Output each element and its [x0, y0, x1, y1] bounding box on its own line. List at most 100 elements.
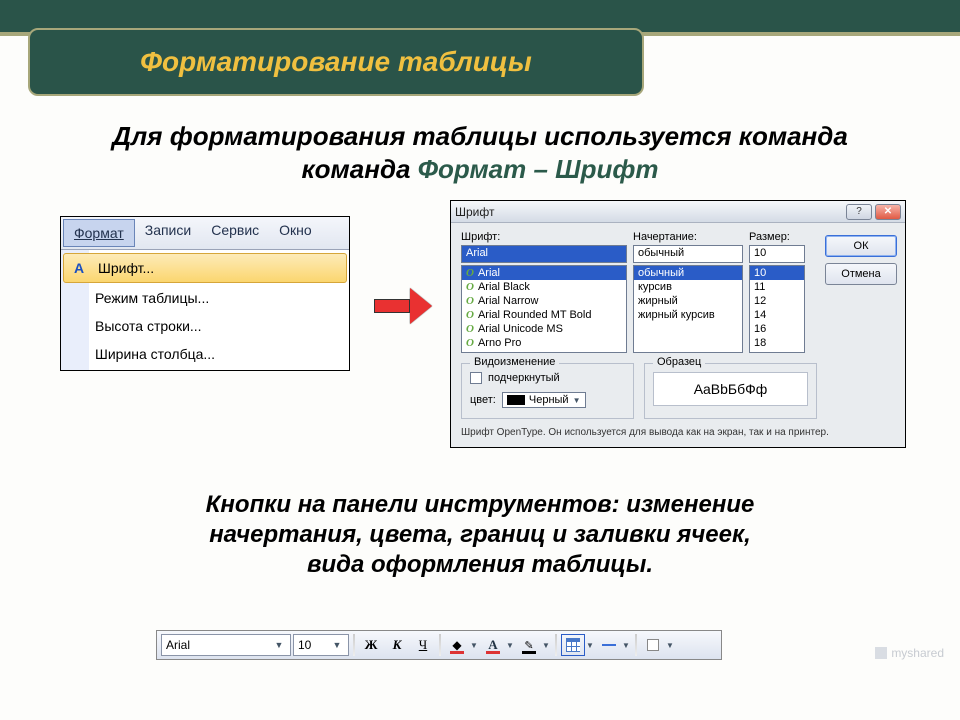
- menu-item-font[interactable]: A Шрифт...: [63, 253, 347, 283]
- line-style-button[interactable]: [597, 634, 621, 656]
- arrow-head: [410, 288, 432, 324]
- watermark-icon: [875, 647, 887, 659]
- opentype-icon: O: [466, 281, 474, 293]
- menu-item-label: Высота строки...: [95, 318, 202, 334]
- opentype-icon: O: [466, 351, 474, 353]
- grid-icon: [566, 638, 580, 652]
- style-input[interactable]: обычный: [633, 245, 743, 263]
- chevron-down-icon[interactable]: ▼: [621, 641, 631, 650]
- list-item[interactable]: обычный: [634, 266, 742, 280]
- formatting-toolbar: Arial ▼ 10 ▼ Ж К Ч ◆ ▼ A ▼ ✎ ▼ ▼: [156, 630, 722, 660]
- help-button[interactable]: ?: [846, 204, 872, 220]
- color-combo[interactable]: Черный ▼: [502, 392, 586, 408]
- menu-service[interactable]: Сервис: [201, 217, 269, 249]
- close-button[interactable]: ✕: [875, 204, 901, 220]
- menu-records[interactable]: Записи: [135, 217, 201, 249]
- size-input[interactable]: 10: [749, 245, 805, 263]
- cancel-button[interactable]: Отмена: [825, 263, 897, 285]
- list-item: OArial: [462, 266, 626, 280]
- fill-color-button[interactable]: ◆: [445, 634, 469, 656]
- list-item: OArial Unicode MS: [462, 322, 626, 336]
- size-listbox[interactable]: 10 11 12 14 16 18 20: [749, 265, 805, 353]
- line-icon: [602, 644, 616, 646]
- separator: [635, 634, 637, 656]
- underline-checkbox[interactable]: [470, 372, 482, 384]
- list-item[interactable]: 11: [750, 280, 804, 294]
- menu-window[interactable]: Окно: [269, 217, 322, 249]
- bucket-icon: ◆: [452, 638, 461, 652]
- list-item[interactable]: жирный курсив: [634, 308, 742, 322]
- menu-dropdown: A Шрифт... Режим таблицы... Высота строк…: [61, 250, 349, 370]
- style-label: Начертание:: [633, 231, 743, 243]
- border-color-button[interactable]: ✎: [517, 634, 541, 656]
- font-color-button[interactable]: A: [481, 634, 505, 656]
- letter-a-icon: A: [488, 637, 497, 653]
- font-size-value: 10: [298, 638, 311, 652]
- menu-item-row-height[interactable]: Высота строки...: [61, 312, 349, 340]
- chevron-down-icon[interactable]: ▼: [541, 641, 551, 650]
- paragraph-toolbar-desc: Кнопки на панели инструментов: изменение…: [0, 490, 960, 580]
- menu-item-col-width[interactable]: Ширина столбца...: [61, 340, 349, 368]
- chevron-down-icon[interactable]: ▼: [585, 641, 595, 650]
- list-item: OArial Black: [462, 280, 626, 294]
- font-listbox[interactable]: OArial OArial Black OArial Narrow OArial…: [461, 265, 627, 353]
- list-item[interactable]: 10: [750, 266, 804, 280]
- ok-button[interactable]: ОК: [825, 235, 897, 257]
- intro-command: Формат – Шрифт: [418, 154, 659, 184]
- list-item[interactable]: 14: [750, 308, 804, 322]
- dialog-title: Шрифт: [455, 205, 494, 219]
- chevron-down-icon[interactable]: ▼: [505, 641, 515, 650]
- underline-label: подчеркнутый: [488, 372, 560, 384]
- color-value: Черный: [529, 394, 569, 406]
- list-item[interactable]: 18: [750, 336, 804, 350]
- chevron-down-icon[interactable]: ▼: [469, 641, 479, 650]
- font-input[interactable]: Arial: [461, 245, 627, 263]
- font-label: Шрифт:: [461, 231, 627, 243]
- format-menu: Формат Записи Сервис Окно A Шрифт... Реж…: [60, 216, 350, 371]
- blank-icon: [65, 289, 87, 307]
- opentype-icon: O: [466, 309, 474, 321]
- menu-item-label: Ширина столбца...: [95, 346, 215, 362]
- bold-button[interactable]: Ж: [359, 634, 383, 656]
- slide-title: Форматирование таблицы: [140, 46, 532, 78]
- list-item: OArial Narrow: [462, 294, 626, 308]
- watermark-text: myshared: [891, 646, 944, 660]
- size-label: Размер:: [749, 231, 805, 243]
- list-item[interactable]: 16: [750, 322, 804, 336]
- effects-legend: Видоизменение: [470, 356, 559, 368]
- dialog-titlebar: Шрифт ? ✕: [451, 201, 905, 223]
- list-item[interactable]: жирный: [634, 294, 742, 308]
- intro-plain-2: команда: [302, 154, 418, 184]
- list-item[interactable]: 12: [750, 294, 804, 308]
- arrow-body: [374, 299, 410, 313]
- list-item: OArial Rounded MT Bold: [462, 308, 626, 322]
- opentype-icon: O: [466, 267, 474, 279]
- sample-legend: Образец: [653, 356, 705, 368]
- font-size-combo[interactable]: 10 ▼: [293, 634, 349, 656]
- underline-button[interactable]: Ч: [411, 634, 435, 656]
- para2-l2: начертания, цвета, границ и заливки ячее…: [209, 521, 751, 548]
- italic-button[interactable]: К: [385, 634, 409, 656]
- menu-item-table-mode[interactable]: Режим таблицы...: [61, 284, 349, 312]
- slide-title-banner: Форматирование таблицы: [28, 28, 644, 96]
- separator: [353, 634, 355, 656]
- chevron-down-icon: ▼: [330, 638, 344, 652]
- chevron-down-icon[interactable]: ▼: [665, 641, 675, 650]
- style-listbox[interactable]: обычный курсив жирный жирный курсив: [633, 265, 743, 353]
- list-item: OArno Pro: [462, 336, 626, 350]
- list-item[interactable]: курсив: [634, 280, 742, 294]
- menu-item-label: Режим таблицы...: [95, 290, 209, 306]
- extra-button[interactable]: [641, 634, 665, 656]
- menu-format[interactable]: Формат: [63, 219, 135, 247]
- para2-l3: вида оформления таблицы.: [307, 551, 653, 578]
- chevron-down-icon: ▼: [272, 638, 286, 652]
- font-name-value: Arial: [166, 638, 190, 652]
- square-icon: [647, 639, 659, 651]
- dialog-footnote: Шрифт OpenType. Он используется для выво…: [451, 425, 905, 447]
- sample-preview: AaBbБбФф: [653, 372, 808, 406]
- menubar: Формат Записи Сервис Окно: [61, 217, 349, 250]
- list-item[interactable]: 20: [750, 350, 804, 353]
- pencil-icon: ✎: [524, 639, 533, 652]
- gridlines-button[interactable]: [561, 634, 585, 656]
- font-name-combo[interactable]: Arial ▼: [161, 634, 291, 656]
